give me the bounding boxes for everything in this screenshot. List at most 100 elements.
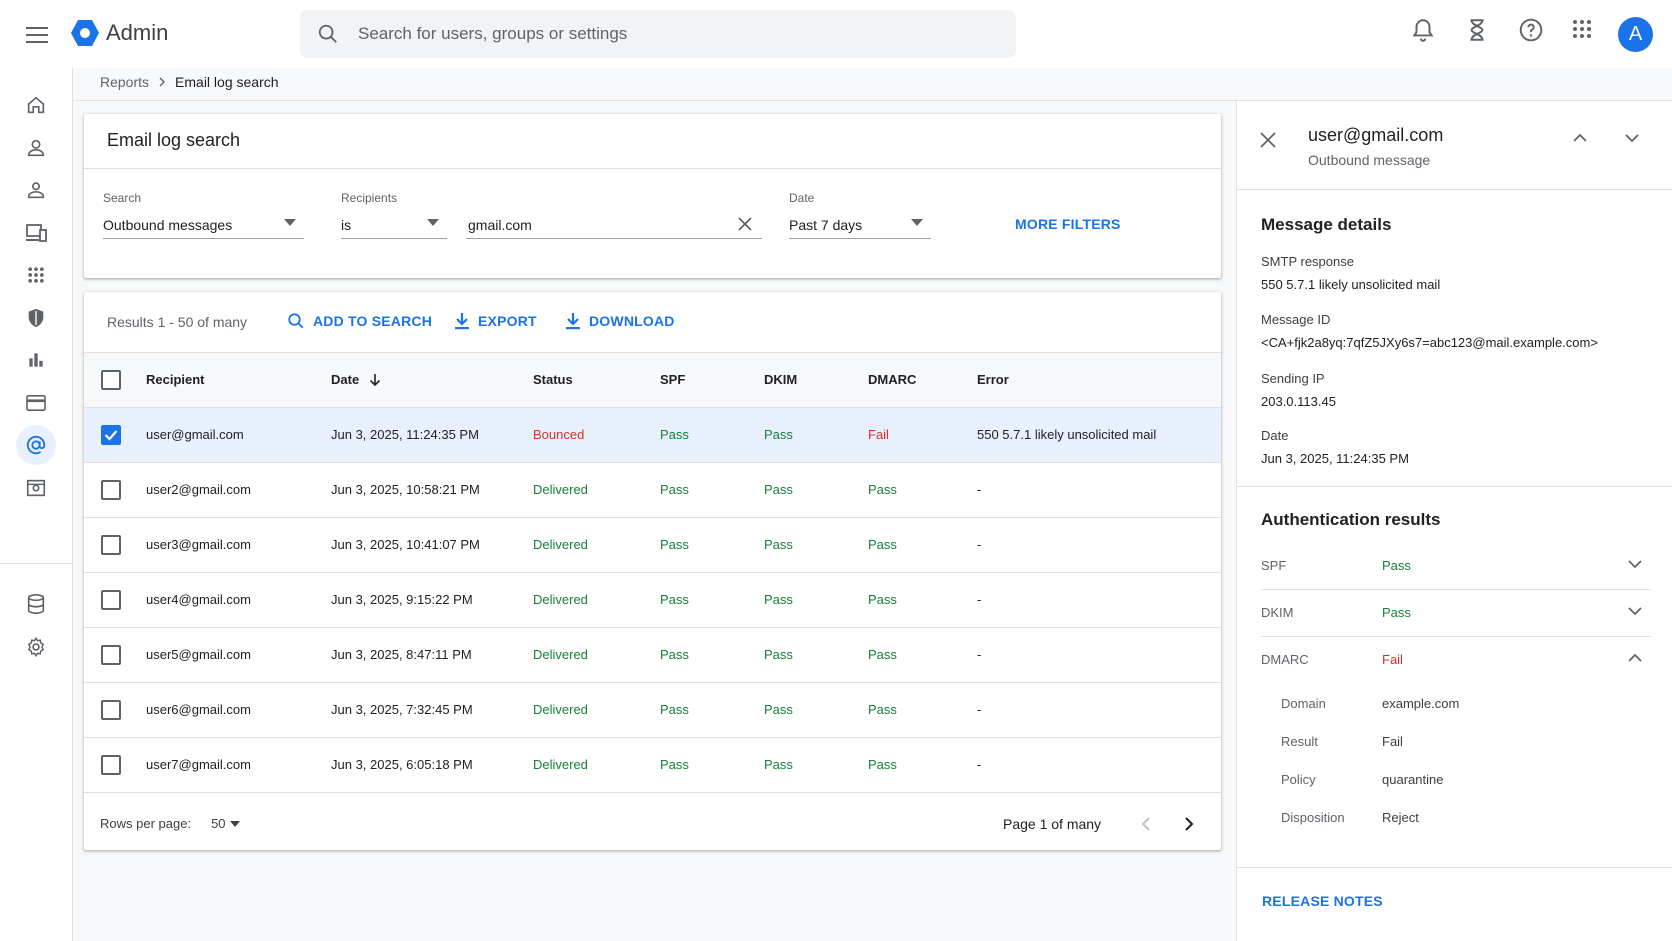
- close-panel-button[interactable]: [1259, 131, 1277, 149]
- auth-name: DKIM: [1261, 605, 1294, 620]
- nav-security[interactable]: [16, 298, 56, 338]
- row-checkbox[interactable]: [101, 424, 121, 445]
- cell-dkim: Pass: [764, 572, 868, 628]
- search-type-select[interactable]: Outbound messages: [103, 211, 304, 239]
- admin-logo[interactable]: Admin: [70, 18, 168, 48]
- panel-divider: [1237, 486, 1672, 487]
- table-row[interactable]: user5@gmail.com Jun 3, 2025, 8:47:11 PM De…: [84, 627, 1221, 683]
- release-notes-link[interactable]: RELEASE NOTES: [1262, 893, 1383, 909]
- cell-date: Jun 3, 2025, 6:05:18 PM: [331, 737, 533, 793]
- hamburger-menu-icon: [26, 27, 48, 43]
- table-row[interactable]: user2@gmail.com Jun 3, 2025, 10:58:21 PM D…: [84, 462, 1221, 518]
- devices-icon: [26, 224, 47, 242]
- breadcrumb-reports-link[interactable]: Reports: [100, 74, 149, 90]
- date-select[interactable]: Past 7 days: [789, 211, 931, 239]
- nav-apps[interactable]: [16, 255, 56, 295]
- notifications-button[interactable]: [1410, 17, 1436, 43]
- recipients-operator-select[interactable]: is: [341, 211, 447, 239]
- dmarc-domain-value: example.com: [1382, 696, 1460, 711]
- help-button[interactable]: [1518, 17, 1544, 43]
- auth-row-dmarc[interactable]: DMARC Fail: [1261, 637, 1651, 683]
- column-header-spf[interactable]: SPF: [660, 353, 764, 408]
- apps-button[interactable]: [1570, 17, 1594, 41]
- column-header-status[interactable]: Status: [533, 353, 660, 408]
- row-checkbox-cell: [84, 407, 146, 463]
- nav-directory[interactable]: [16, 170, 56, 210]
- cell-error: 550 5.7.1 likely unsolicited mail: [977, 407, 1221, 463]
- global-search[interactable]: [300, 10, 1016, 58]
- cell-date: Jun 3, 2025, 10:58:21 PM: [331, 462, 533, 518]
- export-button[interactable]: EXPORT: [454, 312, 537, 330]
- nav-email-log[interactable]: [16, 425, 56, 465]
- dmarc-policy-value: quarantine: [1382, 772, 1444, 787]
- nav-billing[interactable]: [16, 383, 56, 423]
- auth-row-dkim[interactable]: DKIM Pass: [1261, 590, 1651, 636]
- cell-spf: Pass: [660, 462, 764, 518]
- cell-recipient: user6@gmail.com: [146, 682, 331, 738]
- nav-data[interactable]: [16, 584, 56, 624]
- row-checkbox[interactable]: [101, 589, 121, 610]
- table-row[interactable]: user6@gmail.com Jun 3, 2025, 7:32:45 PM De…: [84, 682, 1221, 738]
- clear-icon[interactable]: [736, 215, 754, 233]
- add-to-search-label: ADD TO SEARCH: [313, 313, 433, 329]
- more-filters-button[interactable]: MORE FILTERS: [1015, 216, 1121, 232]
- nav-devices[interactable]: [16, 213, 56, 253]
- nav-home[interactable]: [16, 85, 56, 125]
- next-page-button[interactable]: [1177, 812, 1201, 836]
- table-row[interactable]: user4@gmail.com Jun 3, 2025, 9:15:22 PM De…: [84, 572, 1221, 628]
- cell-error: -: [977, 462, 1221, 518]
- row-checkbox-cell: [84, 627, 146, 683]
- smtp-response-value: 550 5.7.1 likely unsolicited mail: [1261, 277, 1441, 292]
- next-message-button[interactable]: [1623, 129, 1641, 147]
- row-checkbox[interactable]: [101, 699, 121, 720]
- nav-users[interactable]: [16, 128, 56, 168]
- breadcrumb: Reports Email log search: [100, 74, 279, 90]
- rows-per-page-value: 50: [211, 816, 226, 831]
- row-checkbox[interactable]: [101, 644, 121, 665]
- cell-recipient: user4@gmail.com: [146, 572, 331, 628]
- download-button[interactable]: DOWNLOAD: [565, 312, 675, 330]
- tasks-button[interactable]: [1464, 17, 1490, 43]
- table-row[interactable]: user@gmail.com Jun 3, 2025, 11:24:35 PM Bo…: [84, 407, 1221, 463]
- cell-status: Delivered: [533, 737, 660, 793]
- search-input[interactable]: [358, 10, 998, 58]
- column-header-dkim[interactable]: DKIM: [764, 353, 868, 408]
- select-all-checkbox[interactable]: [101, 369, 121, 390]
- previous-page-button[interactable]: [1134, 812, 1158, 836]
- previous-message-button[interactable]: [1571, 129, 1589, 147]
- app-name: Admin: [106, 20, 169, 45]
- account-avatar[interactable]: A: [1618, 17, 1653, 52]
- checkmark-icon: [104, 429, 118, 441]
- cell-dmarc: Pass: [868, 572, 977, 628]
- column-header-recipient[interactable]: Recipient: [146, 353, 331, 408]
- row-checkbox[interactable]: [101, 534, 121, 555]
- column-header-date[interactable]: Date: [331, 353, 533, 408]
- cell-error: -: [977, 627, 1221, 683]
- column-header-error[interactable]: Error: [977, 353, 1221, 408]
- nav-reporting[interactable]: [16, 340, 56, 380]
- row-checkbox[interactable]: [101, 754, 121, 775]
- recipients-value-input[interactable]: gmail.com: [466, 211, 762, 239]
- table-row[interactable]: user3@gmail.com Jun 3, 2025, 10:41:07 PM D…: [84, 517, 1221, 573]
- rows-per-page-select[interactable]: 50: [211, 816, 240, 831]
- home-icon: [27, 96, 45, 114]
- column-header-dmarc[interactable]: DMARC: [868, 353, 977, 408]
- results-count: Results 1 - 50 of many: [107, 314, 248, 330]
- auth-row-spf[interactable]: SPF Pass: [1261, 543, 1651, 589]
- cell-dkim: Pass: [764, 682, 868, 738]
- cell-status: Delivered: [533, 462, 660, 518]
- main-menu-button[interactable]: [22, 20, 52, 50]
- add-to-search-button[interactable]: ADD TO SEARCH: [287, 312, 432, 330]
- table-row[interactable]: user7@gmail.com Jun 3, 2025, 6:05:18 PM De…: [84, 737, 1221, 793]
- dmarc-domain-label: Domain: [1281, 696, 1326, 711]
- row-checkbox[interactable]: [101, 479, 121, 500]
- nav-settings[interactable]: [16, 627, 56, 667]
- recipients-value-text: gmail.com: [468, 216, 532, 233]
- cell-dkim: Pass: [764, 407, 868, 463]
- cell-recipient: user@gmail.com: [146, 407, 331, 463]
- row-checkbox-cell: [84, 517, 146, 573]
- admin-logo-icon: [71, 20, 99, 46]
- apps-icon: [28, 267, 44, 283]
- nav-account[interactable]: [16, 468, 56, 508]
- download-label: DOWNLOAD: [589, 313, 675, 329]
